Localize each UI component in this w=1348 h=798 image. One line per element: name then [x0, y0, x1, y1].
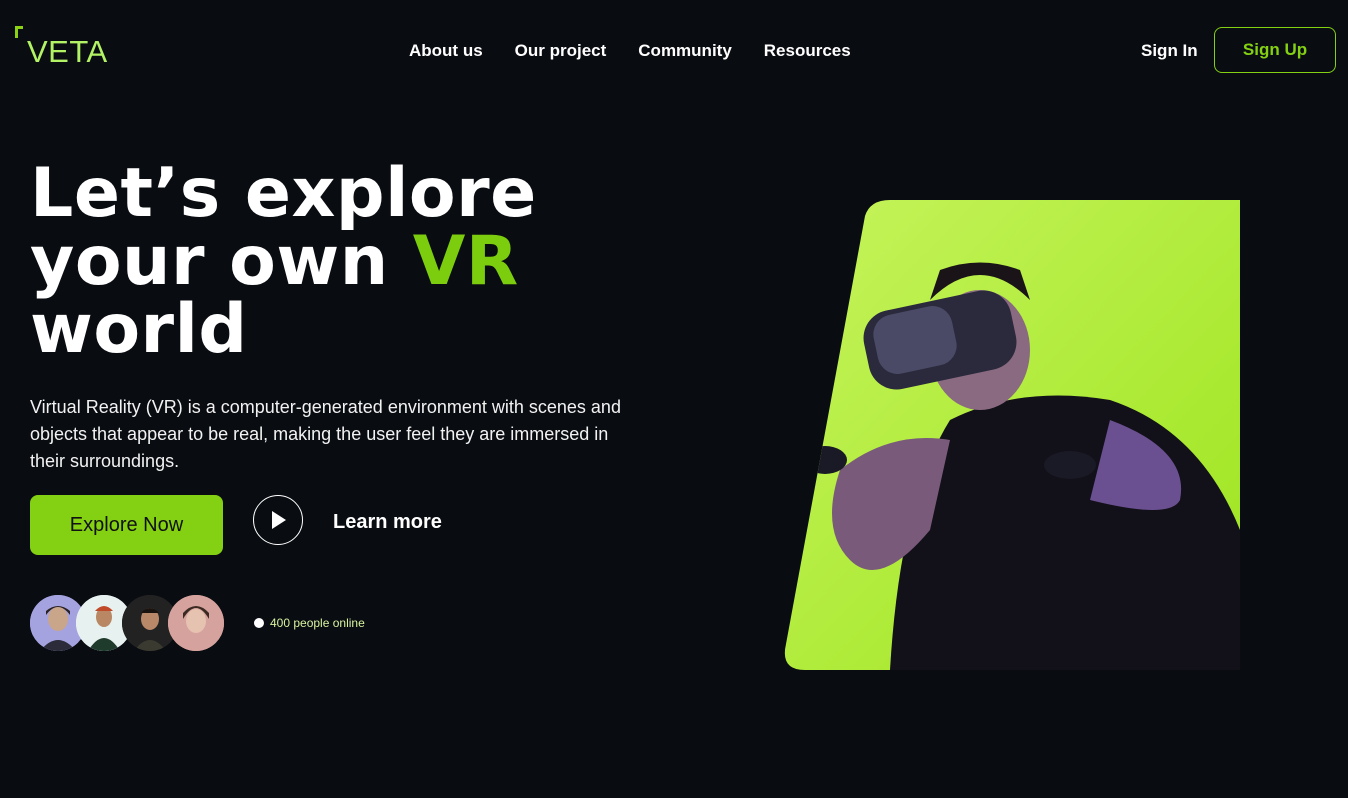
explore-now-button[interactable]: Explore Now [30, 495, 223, 555]
online-avatars [30, 595, 230, 651]
hero-image [784, 200, 1240, 670]
headline-highlight: VR [412, 222, 519, 301]
play-button[interactable] [253, 495, 303, 545]
online-count: 400 people online [270, 616, 365, 630]
hero-headline: Let’s explore your own VR world [30, 160, 537, 364]
sign-up-button[interactable]: Sign Up [1214, 27, 1336, 73]
learn-more-link[interactable]: Learn more [333, 511, 442, 534]
nav-item-our-project[interactable]: Our project [515, 41, 607, 61]
headline-line-2: your own VR [30, 228, 537, 296]
nav-item-about-us[interactable]: About us [409, 41, 483, 61]
avatar [168, 595, 224, 651]
hero-description: Virtual Reality (VR) is a computer-gener… [30, 397, 621, 471]
nav-item-community[interactable]: Community [638, 41, 732, 61]
headline-line-3: world [30, 290, 248, 369]
online-status: 400 people online [254, 616, 365, 630]
main-nav: About us Our project Community Resources [409, 41, 851, 61]
nav-item-resources[interactable]: Resources [764, 41, 851, 61]
status-dot-icon [254, 618, 264, 628]
sign-in-link[interactable]: Sign In [1141, 41, 1198, 61]
logo-mark [15, 26, 23, 38]
headline-line-1: Let’s explore [30, 154, 537, 233]
brand-name: VETA [27, 34, 108, 69]
play-icon [272, 511, 286, 529]
